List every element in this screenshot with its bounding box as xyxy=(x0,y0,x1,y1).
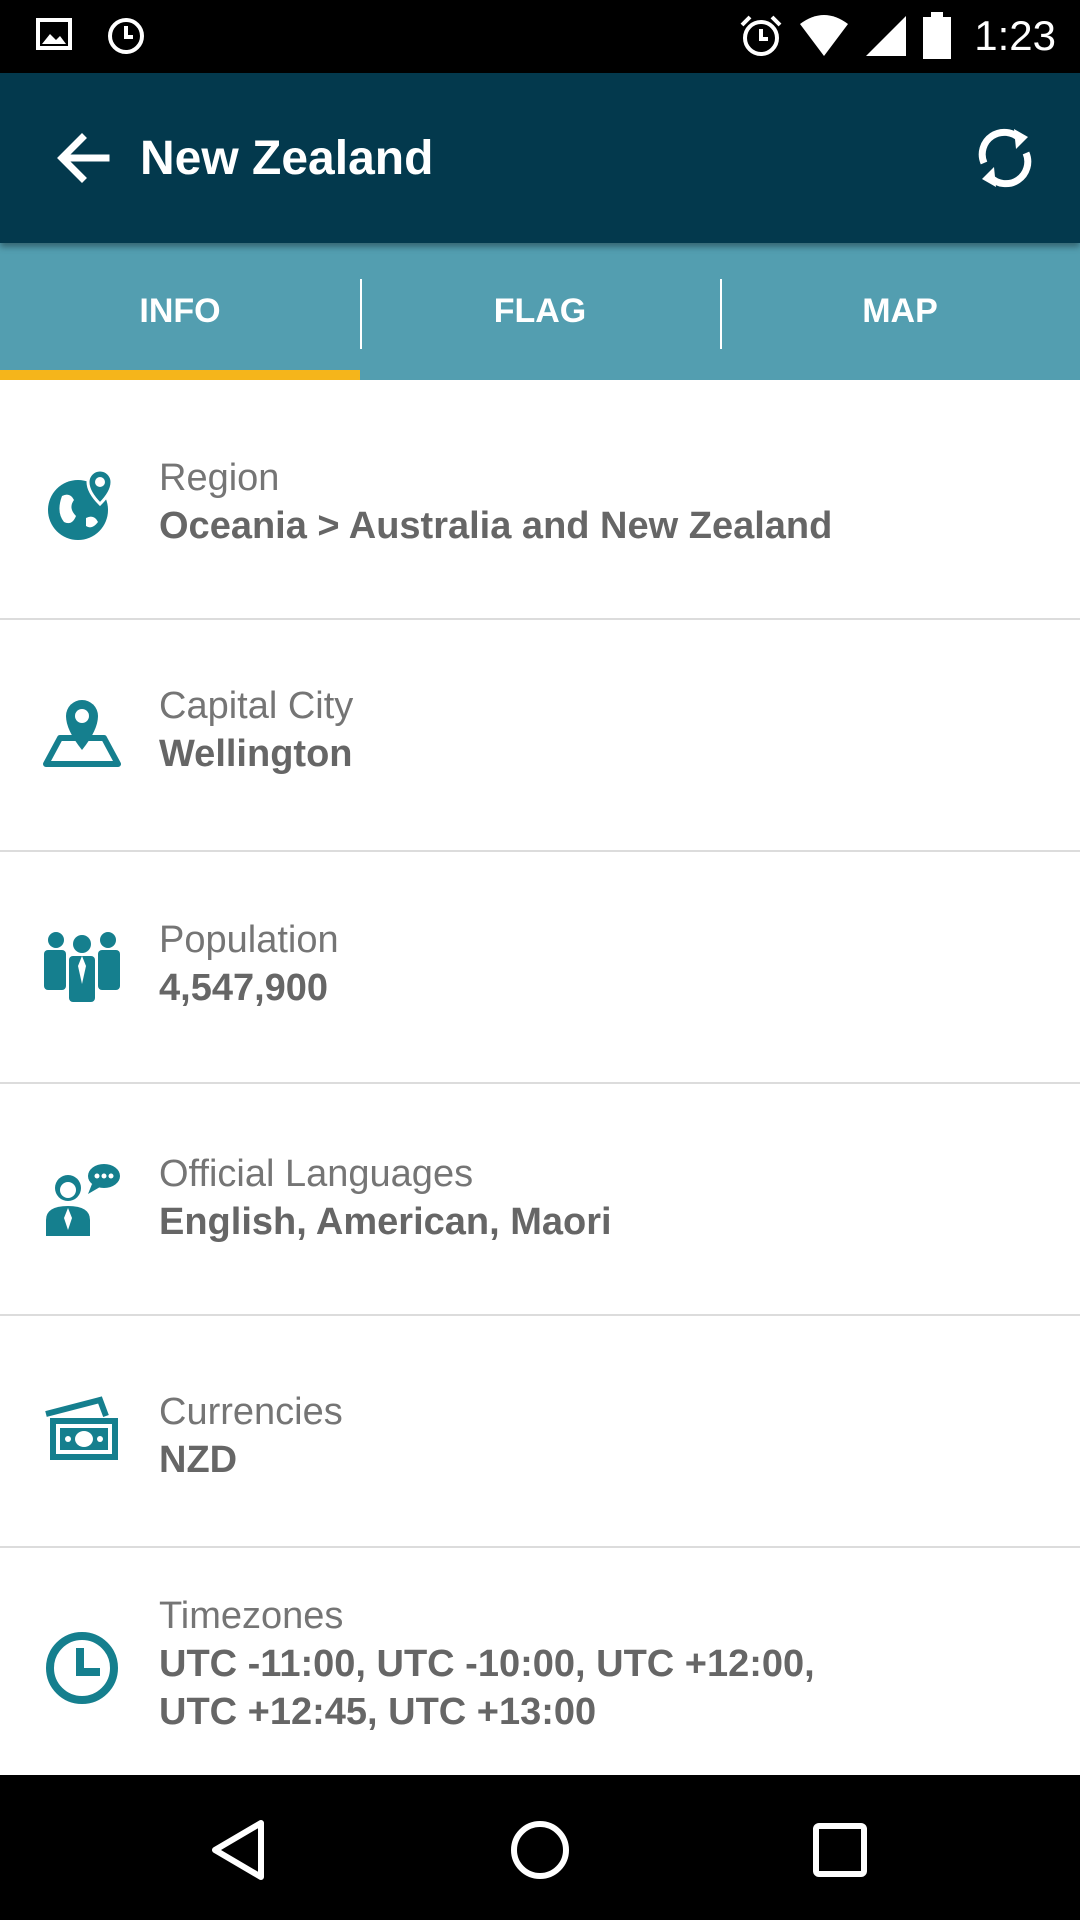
list-item-population: Population 4,547,900 xyxy=(0,852,1080,1084)
info-list: Region Oceania > Australia and New Zeala… xyxy=(0,380,1080,1780)
speech-person-icon xyxy=(46,1164,120,1236)
back-triangle-icon[interactable] xyxy=(205,1815,275,1885)
map-pin-icon xyxy=(43,700,121,767)
tab-flag[interactable]: FLAG xyxy=(360,243,720,380)
timezones-value-line1: UTC -11:00, UTC -10:00, UTC +12:00, xyxy=(159,1643,815,1685)
refresh-icon[interactable] xyxy=(970,123,1040,193)
population-value: 4,547,900 xyxy=(159,967,329,1009)
tab-flag-label: FLAG xyxy=(493,292,587,330)
navigation-bar xyxy=(0,1775,1080,1920)
languages-label: Official Languages xyxy=(159,1153,474,1195)
region-value: Oceania > Australia and New Zealand xyxy=(159,505,833,547)
list-item-timezones: Timezones UTC -11:00, UTC -10:00, UTC +1… xyxy=(0,1548,1080,1780)
wifi-icon xyxy=(800,15,849,56)
signal-icon xyxy=(866,16,907,56)
recents-square-icon[interactable] xyxy=(805,1815,875,1885)
list-item-languages: Official Languages English, American, Ma… xyxy=(0,1084,1080,1316)
region-label: Region xyxy=(159,457,280,499)
currencies-value: NZD xyxy=(159,1439,238,1481)
capital-label: Capital City xyxy=(159,685,354,727)
app-bar: New Zealand xyxy=(0,73,1080,243)
tab-map-label: MAP xyxy=(862,292,938,330)
tab-map[interactable]: MAP xyxy=(720,243,1080,380)
tab-bar: INFO FLAG MAP xyxy=(0,243,1080,380)
population-label: Population xyxy=(159,919,339,961)
clock-icon xyxy=(108,18,144,54)
status-time: 1:23 xyxy=(974,12,1056,59)
alarm-icon xyxy=(740,15,782,56)
capital-value: Wellington xyxy=(159,733,353,775)
list-item-capital: Capital City Wellington xyxy=(0,620,1080,852)
battery-icon xyxy=(923,12,952,59)
home-circle-icon[interactable] xyxy=(505,1815,575,1885)
clock-icon xyxy=(46,1632,118,1704)
people-icon xyxy=(44,932,120,1002)
arrow-back-icon[interactable] xyxy=(52,126,116,190)
globe-pin-icon xyxy=(48,468,114,540)
tab-indicator xyxy=(0,370,360,380)
timezones-value-line2: UTC +12:45, UTC +13:00 xyxy=(159,1691,597,1733)
money-icon xyxy=(45,1396,118,1460)
status-bar: 1:23 xyxy=(0,0,1080,73)
tab-info-label: INFO xyxy=(139,292,221,330)
list-item-currencies: Currencies NZD xyxy=(0,1316,1080,1548)
page-title: New Zealand xyxy=(140,132,434,185)
languages-value: English, American, Maori xyxy=(159,1201,612,1243)
timezones-label: Timezones xyxy=(159,1595,344,1637)
currencies-label: Currencies xyxy=(159,1391,343,1433)
list-item-region: Region Oceania > Australia and New Zeala… xyxy=(0,380,1080,620)
image-icon xyxy=(36,18,72,50)
tab-info[interactable]: INFO xyxy=(0,243,360,380)
